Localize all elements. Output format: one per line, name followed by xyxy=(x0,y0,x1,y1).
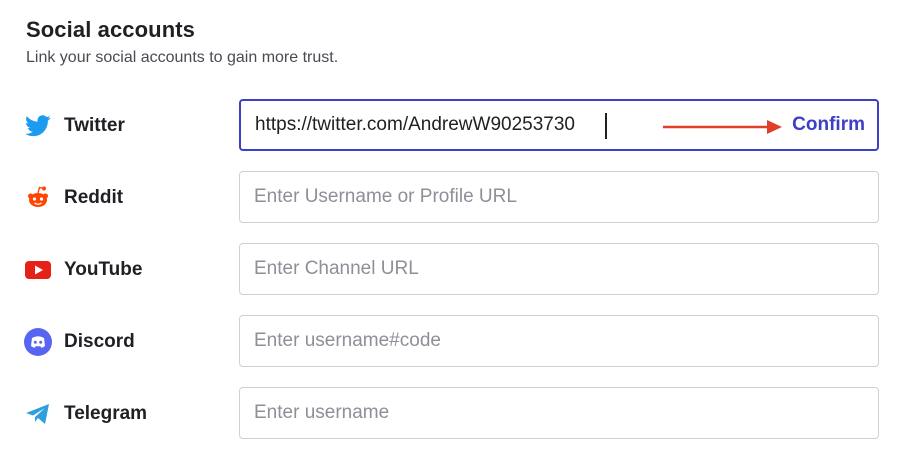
telegram-input[interactable] xyxy=(254,388,654,438)
youtube-icon xyxy=(24,256,52,284)
youtube-row: YouTube xyxy=(0,243,900,297)
telegram-input-wrapper xyxy=(239,387,879,439)
reddit-input-wrapper xyxy=(239,171,879,223)
discord-row: Discord xyxy=(0,315,900,369)
twitter-row: Twitter Confirm xyxy=(0,99,900,153)
telegram-icon xyxy=(24,400,52,428)
telegram-row: Telegram xyxy=(0,387,900,441)
confirm-button[interactable]: Confirm xyxy=(792,101,865,149)
telegram-label: Telegram xyxy=(64,403,148,424)
reddit-icon xyxy=(24,184,52,212)
discord-icon xyxy=(24,328,52,356)
twitter-input[interactable] xyxy=(255,101,615,149)
reddit-label: Reddit xyxy=(64,187,124,208)
social-accounts-panel: Social accounts Link your social account… xyxy=(0,0,900,460)
youtube-input-wrapper xyxy=(239,243,879,295)
discord-label: Discord xyxy=(64,331,135,352)
reddit-row: Reddit xyxy=(0,171,900,225)
discord-input[interactable] xyxy=(254,316,654,366)
twitter-label: Twitter xyxy=(64,115,125,136)
youtube-input[interactable] xyxy=(254,244,654,294)
twitter-input-wrapper: Confirm xyxy=(239,99,879,151)
annotation-arrow-icon xyxy=(663,120,782,134)
discord-input-wrapper xyxy=(239,315,879,367)
section-title: Social accounts xyxy=(26,17,196,42)
youtube-label: YouTube xyxy=(64,259,143,280)
text-caret xyxy=(605,113,607,139)
reddit-input[interactable] xyxy=(254,172,654,222)
section-subtitle: Link your social accounts to gain more t… xyxy=(26,49,339,66)
twitter-icon xyxy=(24,112,52,140)
